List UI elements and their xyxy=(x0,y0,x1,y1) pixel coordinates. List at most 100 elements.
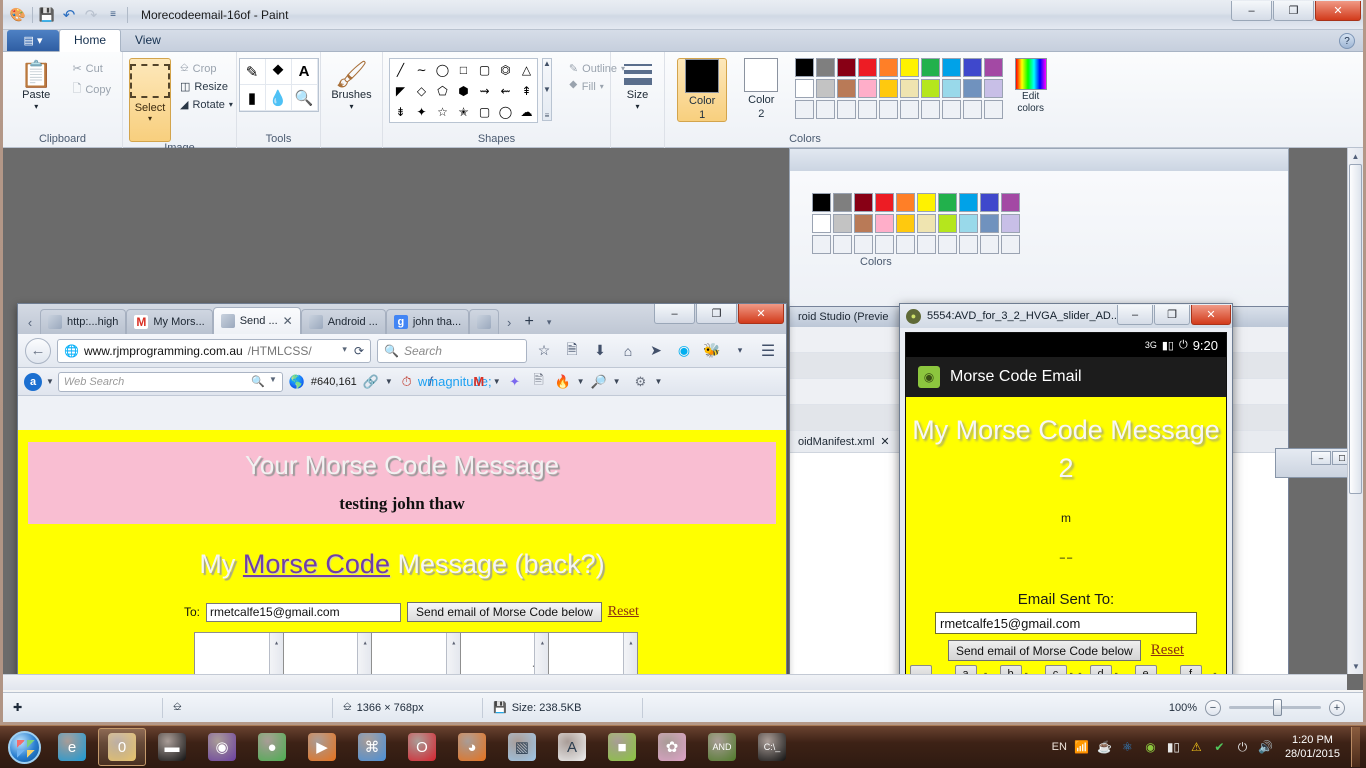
taskbar-button-google-chrome[interactable]: ● xyxy=(248,728,296,766)
tab-view[interactable]: View xyxy=(121,30,175,51)
color-swatch[interactable] xyxy=(917,214,936,233)
sparkle-icon[interactable]: ✦ xyxy=(505,372,525,392)
color-swatch[interactable] xyxy=(980,235,999,254)
line-shape-icon[interactable]: ╱ xyxy=(390,59,411,80)
minimize-button[interactable]: – xyxy=(1231,1,1272,21)
android-app-content[interactable]: My Morse Code Message 2 m –– Email Sent … xyxy=(906,397,1226,690)
taskbar-button-android-tool[interactable]: AND xyxy=(698,728,746,766)
taskbar-button-command-prompt[interactable]: C:\_ xyxy=(748,728,796,766)
color-swatch-r3c3[interactable] xyxy=(837,100,856,119)
taskbar-button-text-editor[interactable]: ▬ xyxy=(148,728,196,766)
color-swatch[interactable] xyxy=(896,235,915,254)
color-swatch-r3c9[interactable] xyxy=(963,100,982,119)
download-icon[interactable]: ⬇ xyxy=(589,340,611,362)
to-email-input[interactable] xyxy=(206,603,401,622)
scroll-up-icon[interactable]: ▴ xyxy=(358,633,371,654)
color-swatch-r1c8[interactable] xyxy=(942,58,961,77)
color-swatch[interactable] xyxy=(917,235,936,254)
select-button[interactable]: Select ▾ xyxy=(129,58,171,142)
triangle-shape-icon[interactable]: △ xyxy=(516,59,537,80)
taskbar-button-opera[interactable]: O xyxy=(398,728,446,766)
color-swatch[interactable] xyxy=(812,235,831,254)
color-swatch[interactable] xyxy=(959,193,978,212)
color-swatch-r3c5[interactable] xyxy=(879,100,898,119)
wireless-icon[interactable]: 📶 xyxy=(1073,739,1090,756)
battery-icon[interactable]: ⏻ xyxy=(1234,739,1251,756)
search-icon[interactable]: 🔍 xyxy=(251,375,265,388)
maximize-button[interactable]: ❐ xyxy=(1154,305,1190,325)
customize-quick-access-icon[interactable]: ≡ xyxy=(102,4,124,26)
zoom-slider-track[interactable] xyxy=(1229,706,1321,709)
bluetooth-icon[interactable]: ⚛ xyxy=(1119,739,1136,756)
close-button[interactable]: ✕ xyxy=(1191,305,1231,325)
right-triangle-shape-icon[interactable]: ◤ xyxy=(390,80,411,101)
left-arrow-shape-icon[interactable]: ⇜ xyxy=(495,80,516,101)
send-tab-icon[interactable]: ➤ xyxy=(645,340,667,362)
color-swatch[interactable] xyxy=(833,214,852,233)
color-swatch-r2c3[interactable] xyxy=(837,79,856,98)
java-icon[interactable]: ☕ xyxy=(1096,739,1113,756)
rounded-callout-shape-icon[interactable]: ▢ xyxy=(474,101,495,122)
close-icon[interactable]: ✕ xyxy=(283,314,293,328)
shapes-scrollbar[interactable]: ▲ ▼ ≡ xyxy=(542,58,552,121)
help-icon[interactable]: ? xyxy=(1339,33,1355,49)
tab-john-thaw[interactable]: g john tha... xyxy=(386,309,469,334)
tab-home[interactable]: Home xyxy=(59,29,121,52)
curve-shape-icon[interactable]: ∼ xyxy=(411,59,432,80)
taskbar-button-media-player[interactable]: ▶ xyxy=(298,728,346,766)
color-swatch[interactable] xyxy=(980,214,999,233)
color-swatch[interactable] xyxy=(875,235,894,254)
color-swatch[interactable] xyxy=(896,193,915,212)
color-swatch-r1c10[interactable] xyxy=(984,58,1003,77)
address-bar[interactable]: 🌐 www.rjmprogramming.com.au/HTMLCSS/ ▾ ⟳ xyxy=(57,339,371,363)
maximize-button[interactable]: ❐ xyxy=(1273,1,1314,21)
chevron-down-icon[interactable]: ▼ xyxy=(385,377,393,386)
search-bar[interactable]: 🔍 Search xyxy=(377,339,527,363)
scrollbar-thumb[interactable] xyxy=(1349,164,1362,494)
reader-icon[interactable]: 🗎 xyxy=(561,340,583,362)
taskbar-button-notes[interactable]: ▧ xyxy=(498,728,546,766)
color-swatch-r3c7[interactable] xyxy=(921,100,940,119)
diamond-shape-icon[interactable]: ◇ xyxy=(411,80,432,101)
oval-callout-shape-icon[interactable]: ◯ xyxy=(495,101,516,122)
chevron-down-icon[interactable]: ▾ xyxy=(342,344,347,358)
list-all-tabs-icon[interactable]: ▾ xyxy=(539,310,559,334)
scroll-up-icon[interactable]: ▲ xyxy=(1348,148,1363,164)
taskbar-button-firefox[interactable]: ◕ xyxy=(448,728,496,766)
minimize-button[interactable]: – xyxy=(654,304,695,324)
emulator-screen[interactable]: 3G ▮▯ ⏻ 9:20 ◉ Morse Code Email My Morse… xyxy=(905,332,1227,690)
tab-my-morse[interactable]: M My Mors... xyxy=(126,309,212,334)
brushes-button[interactable]: 🖌 Brushes ▾ xyxy=(327,58,376,111)
color-swatch[interactable] xyxy=(812,193,831,212)
color-swatch-r1c4[interactable] xyxy=(858,58,877,77)
color-swatch-r3c8[interactable] xyxy=(942,100,961,119)
parallelogram-shape-icon[interactable]: ⏣ xyxy=(495,59,516,80)
scroll-more-icon[interactable]: ≡ xyxy=(543,111,551,120)
reload-icon[interactable]: ⟳ xyxy=(354,344,364,358)
color-swatch-r1c2[interactable] xyxy=(816,58,835,77)
send-email-button[interactable]: Send email of Morse Code below xyxy=(948,640,1141,661)
home-icon[interactable]: ⌂ xyxy=(617,340,639,362)
color-swatch-r2c6[interactable] xyxy=(900,79,919,98)
security-icon[interactable]: ✔ xyxy=(1211,739,1228,756)
taskbar-button-eclipse[interactable]: ◉ xyxy=(198,728,246,766)
color-swatch-r2c1[interactable] xyxy=(795,79,814,98)
taskbar-button-android-emulator[interactable]: ■ xyxy=(598,728,646,766)
color-swatch[interactable] xyxy=(812,214,831,233)
color-swatch-r1c7[interactable] xyxy=(921,58,940,77)
tab-http-high[interactable]: http:...high xyxy=(40,309,126,334)
redo-icon[interactable]: ↷ xyxy=(80,4,102,26)
scroll-down-icon[interactable]: ▼ xyxy=(1348,658,1363,674)
pencil-tool-icon[interactable]: ✎ xyxy=(240,59,266,85)
close-button[interactable]: ✕ xyxy=(738,304,784,324)
paint-canvas[interactable]: Colors roid Studio (Previe oidManifest.x… xyxy=(3,148,1363,690)
tab-scroll-right-icon[interactable]: › xyxy=(499,310,519,334)
canvas-horizontal-scrollbar[interactable] xyxy=(3,674,1347,690)
minimize-button[interactable]: – xyxy=(1117,305,1153,325)
magnifier-tool-icon[interactable]: 🔍 xyxy=(292,85,318,111)
show-desktop-button[interactable] xyxy=(1351,727,1360,767)
morse-code-link[interactable]: Morse Code xyxy=(243,549,390,579)
maximize-button[interactable]: ❐ xyxy=(696,304,737,324)
text-tool-icon[interactable]: A xyxy=(292,59,318,85)
color2-picker[interactable]: Color 2 xyxy=(736,58,786,120)
